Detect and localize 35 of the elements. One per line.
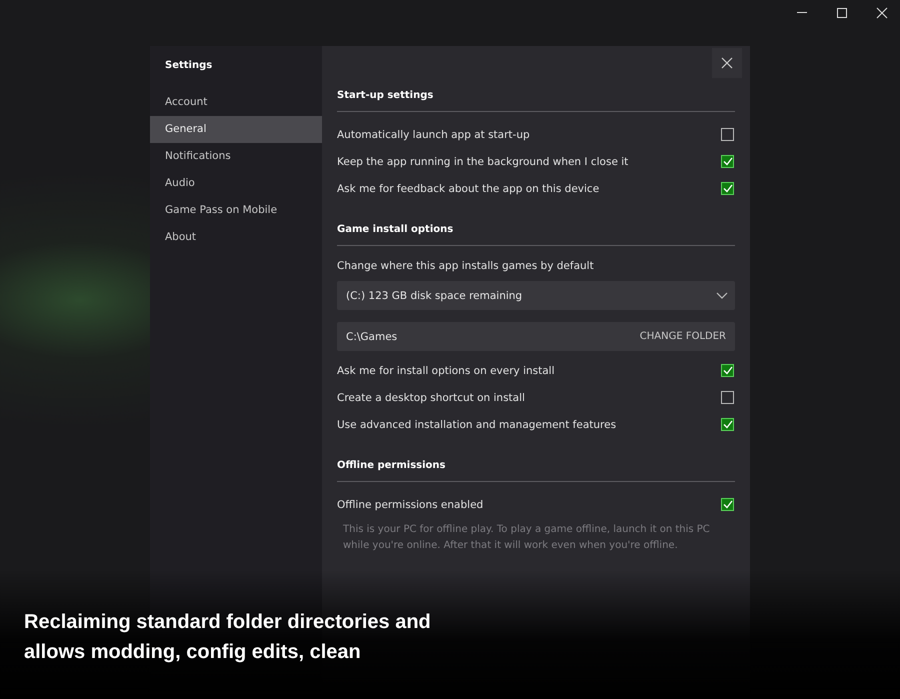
sidebar-item[interactable]: Notifications bbox=[150, 143, 322, 170]
option-label: Ask me for feedback about the app on this device bbox=[337, 182, 600, 194]
section-heading: Start-up settings bbox=[337, 90, 434, 103]
drive-dropdown[interactable]: (C:) 123 GB disk space remaining bbox=[337, 281, 735, 310]
checkbox[interactable] bbox=[721, 364, 734, 377]
description-text: This is your PC for offline play. To play a game offline, launch it on this PC while you're online. After that it will work even when you're offline. bbox=[342, 523, 711, 553]
checkbox[interactable] bbox=[721, 182, 734, 195]
option-label: Offline permissions enabled bbox=[337, 498, 484, 510]
sidebar-item[interactable]: About bbox=[150, 224, 322, 251]
maximize-icon[interactable] bbox=[836, 7, 848, 19]
sidebar-item[interactable]: Game Pass on Mobile bbox=[150, 197, 322, 224]
checkbox[interactable] bbox=[721, 128, 734, 141]
option-label: Keep the app running in the background when I close it bbox=[337, 156, 628, 168]
close-icon[interactable] bbox=[712, 48, 742, 78]
sidebar-item[interactable]: General bbox=[150, 116, 322, 143]
option-label: Create a desktop shortcut on install bbox=[337, 392, 525, 404]
sidebar-item[interactable]: Account bbox=[150, 89, 322, 116]
checkbox[interactable] bbox=[721, 418, 734, 431]
checkbox[interactable] bbox=[721, 498, 734, 511]
section-heading: Offline permissions bbox=[337, 460, 446, 473]
section-heading: Game install options bbox=[337, 224, 454, 237]
sidebar-item[interactable]: Audio bbox=[150, 170, 322, 197]
checkbox[interactable] bbox=[721, 391, 734, 404]
option-label: Use advanced installation and management features bbox=[337, 418, 616, 430]
chevron-down-icon bbox=[716, 292, 728, 299]
close-icon[interactable] bbox=[876, 7, 888, 19]
checkbox[interactable] bbox=[721, 155, 734, 168]
folder-path: C:\Games bbox=[346, 330, 398, 342]
sidebar-title: Settings bbox=[164, 60, 214, 71]
change-folder-button[interactable]: CHANGE FOLDER bbox=[630, 322, 735, 351]
option-label: Automatically launch app at start-up bbox=[337, 128, 530, 140]
caption-text: allows modding, config edits, clean bbox=[24, 640, 361, 665]
field-label: Change where this app installs games by default bbox=[337, 259, 595, 274]
option-label: Ask me for install options on every install bbox=[337, 364, 554, 376]
caption-text: Reclaiming standard folder directories and bbox=[24, 610, 431, 635]
